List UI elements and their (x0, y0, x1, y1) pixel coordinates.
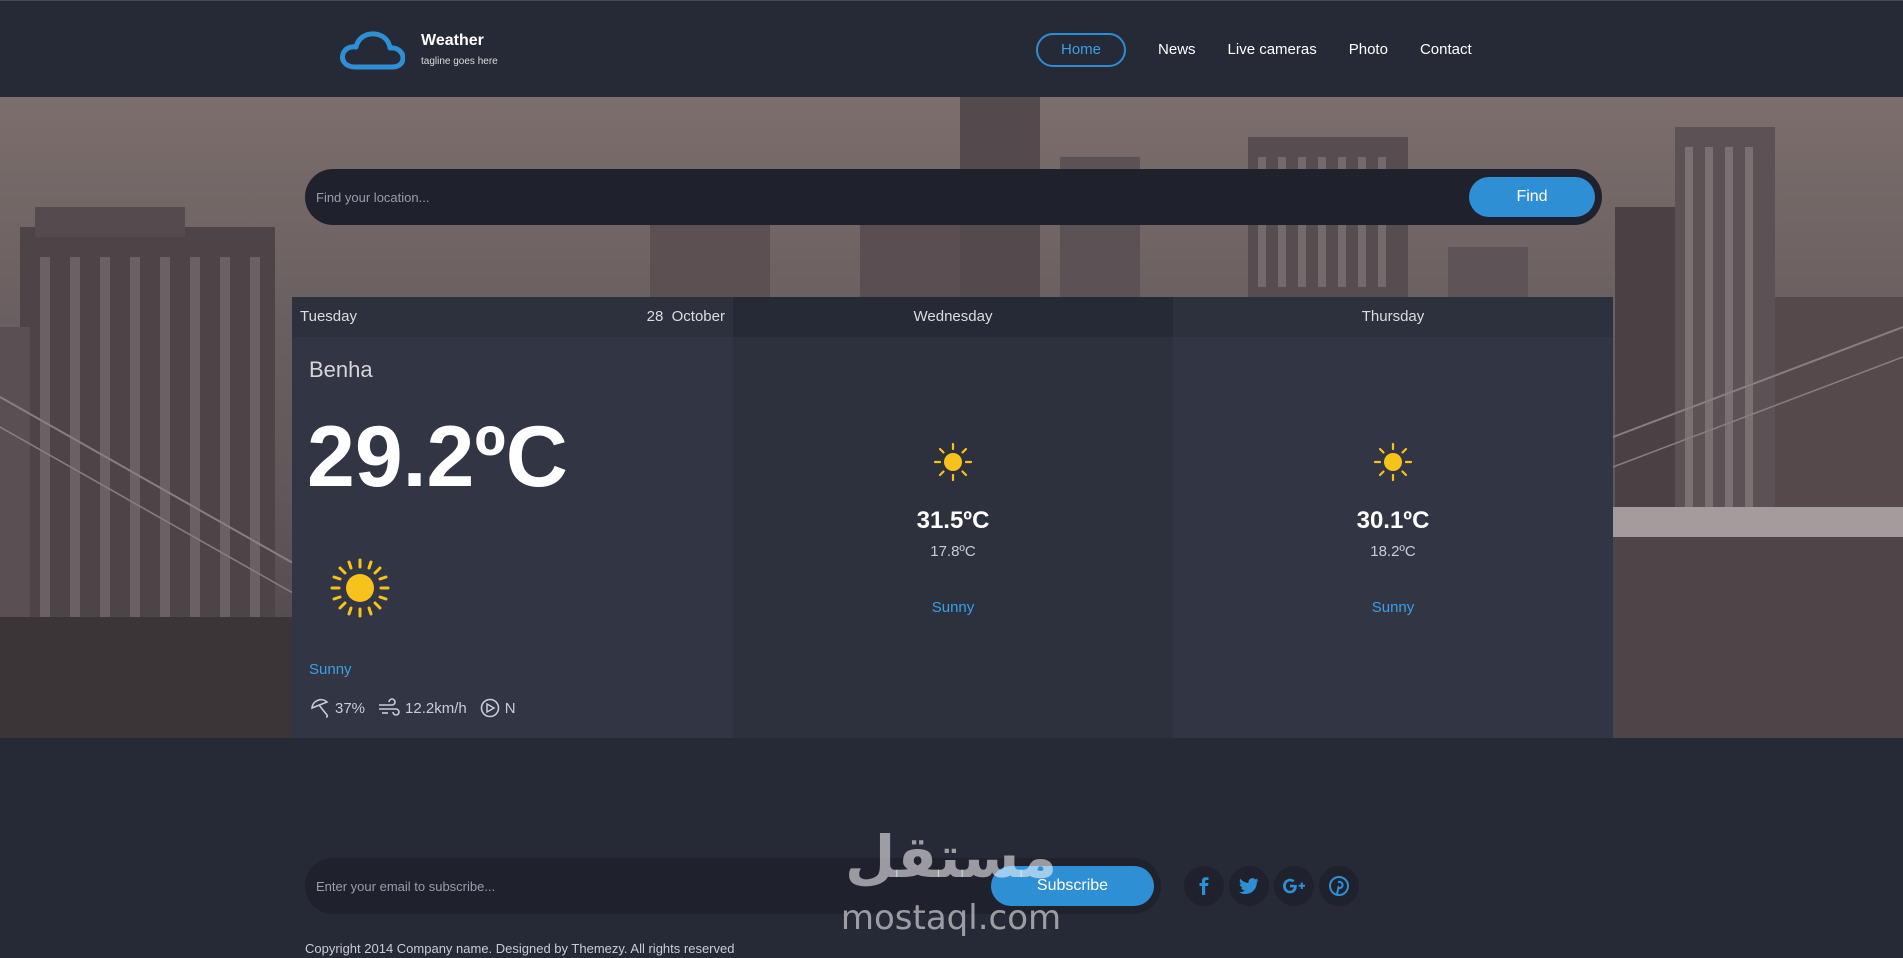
nav-item-home[interactable]: Home (1036, 33, 1127, 67)
forecast-day: Wednesday 31.5ºC 17.8ºC Sunny (733, 297, 1173, 738)
today-date: 28 October (646, 308, 725, 325)
wind-value: 12.2km/h (405, 699, 467, 717)
subscribe-form: Subscribe (305, 858, 1161, 914)
location-search-form: Find (305, 169, 1602, 225)
current-temperature: 29.2ºC (307, 409, 568, 505)
wind-icon (379, 698, 400, 716)
sun-icon (1373, 442, 1413, 482)
location-name: Benha (309, 357, 373, 382)
site-logo[interactable]: Weather tagline goes here (339, 29, 498, 71)
wind-stat: 12.2km/h (377, 697, 467, 719)
hero-section: Find Tuesday 28 October Benha 29.2ºC (0, 97, 1903, 738)
copyright-text: Copyright 2014 Company name. Designed by… (305, 941, 735, 956)
today-day: Tuesday (300, 308, 357, 325)
site-header: Weather tagline goes here Home News Live… (0, 0, 1903, 97)
site-footer: Subscribe Copyright 2014 Company name. D… (0, 786, 1903, 958)
facebook-icon[interactable] (1184, 866, 1224, 906)
find-button[interactable]: Find (1469, 177, 1595, 217)
humidity-value: 37% (335, 699, 366, 717)
forecast-low-temp: 17.8ºC (930, 543, 976, 560)
forecast-day-name: Thursday (1173, 297, 1613, 337)
site-tagline: tagline goes here (421, 56, 498, 67)
cloud-icon (340, 31, 405, 70)
forecast-condition: Sunny (931, 599, 975, 616)
direction-stat: N (479, 697, 516, 719)
forecast-table: Tuesday 28 October Benha 29.2ºC Sunny 37… (292, 297, 1613, 738)
forecast-high-temp: 30.1ºC (1356, 507, 1430, 534)
google-plus-icon[interactable] (1274, 866, 1314, 906)
site-title: Weather (421, 32, 484, 49)
subscribe-button[interactable]: Subscribe (991, 866, 1154, 906)
social-links (1184, 866, 1364, 906)
nav-item-photo[interactable]: Photo (1349, 35, 1388, 65)
compass-icon (480, 698, 500, 718)
sun-icon (330, 558, 390, 618)
today-stats: 37% 12.2km/h N (309, 697, 528, 719)
forecast-low-temp: 18.2ºC (1370, 543, 1416, 560)
direction-value: N (504, 699, 516, 717)
twitter-icon[interactable] (1229, 866, 1269, 906)
forecast-day-name: Wednesday (733, 297, 1173, 337)
today-header: Tuesday 28 October (292, 297, 733, 337)
today-forecast: Tuesday 28 October Benha 29.2ºC Sunny 37… (292, 297, 733, 738)
humidity-stat: 37% (309, 697, 365, 719)
forecast-high-temp: 31.5ºC (916, 507, 990, 534)
sun-icon (933, 442, 973, 482)
today-condition: Sunny (309, 661, 352, 678)
subscribe-email-input[interactable] (305, 858, 985, 914)
main-nav: Home News Live cameras Photo Contact (1036, 33, 1504, 67)
location-search-input[interactable] (305, 169, 1455, 225)
nav-item-news[interactable]: News (1158, 35, 1196, 65)
pinterest-icon[interactable] (1319, 866, 1359, 906)
nav-item-live-cameras[interactable]: Live cameras (1228, 35, 1317, 65)
forecast-condition: Sunny (1371, 599, 1415, 616)
forecast-day: Thursday 30.1ºC 18.2ºC Sunny (1173, 297, 1613, 738)
umbrella-icon (311, 698, 329, 718)
nav-item-contact[interactable]: Contact (1420, 35, 1472, 65)
